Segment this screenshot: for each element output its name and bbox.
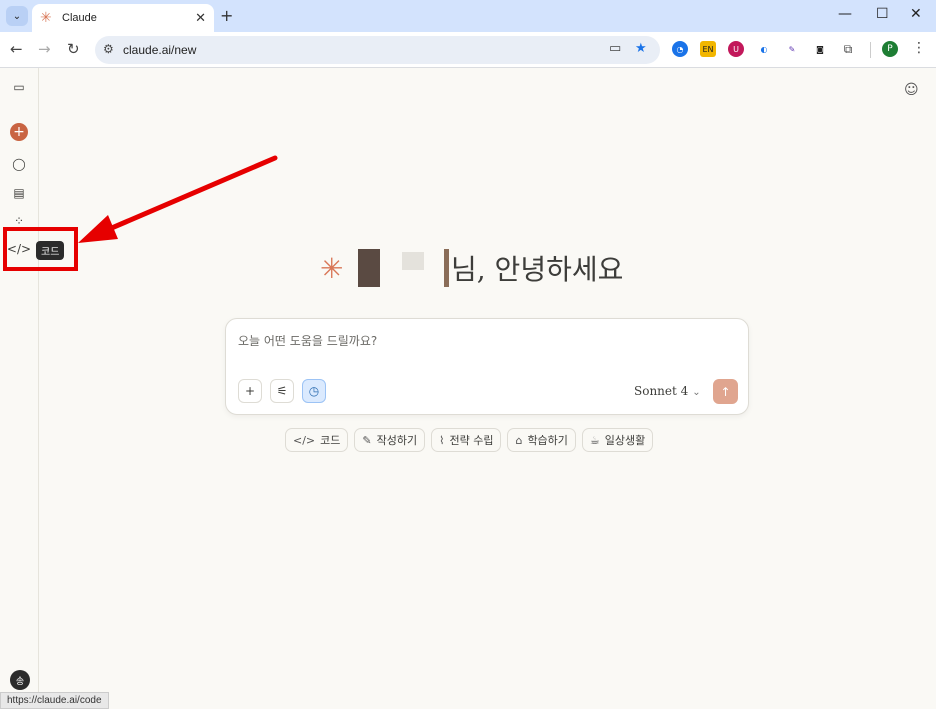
site-info-icon[interactable]: ⚙ <box>103 42 114 56</box>
chip-code[interactable]: </> 코드 <box>285 428 349 452</box>
chat-composer[interactable]: 오늘 어떤 도움을 드릴까요? + ⚟ ◷ Sonnet 4 ⌄ ↑ <box>225 318 749 415</box>
graduation-cap-icon: ⌂ <box>515 433 523 447</box>
annotation-arrow <box>78 155 278 243</box>
extension-3-icon[interactable]: U <box>728 41 744 57</box>
address-bar[interactable]: ⚙ claude.ai/new ▭ ★ <box>95 36 660 64</box>
redacted-name-block <box>358 249 380 287</box>
browser-toolbar: ← → ↻ ⚙ claude.ai/new ▭ ★ ◔ EN U ◐ ✎ ◙ ⧉… <box>0 32 936 68</box>
user-avatar[interactable]: 송 <box>10 670 30 690</box>
incognito-ghost-icon[interactable]: ☺ <box>904 82 919 98</box>
chevron-down-icon: ⌄ <box>692 387 701 398</box>
browser-tab[interactable]: ✳ Claude ✕ <box>32 4 214 32</box>
chart-icon: ⌇ <box>439 433 445 447</box>
url-text: claude.ai/new <box>123 43 197 57</box>
browser-menu-icon[interactable]: ⋮ <box>912 40 926 56</box>
extended-thinking-button[interactable]: ◷ <box>302 379 326 403</box>
extension-2-icon[interactable]: EN <box>700 41 716 57</box>
chip-write[interactable]: ✎ 작성하기 <box>354 428 426 452</box>
window-close-icon[interactable]: ✕ <box>910 6 922 22</box>
model-selector[interactable]: Sonnet 4 ⌄ <box>634 384 701 398</box>
new-tab-icon[interactable]: + <box>220 6 233 25</box>
greeting-text: 님, 안녕하세요 <box>451 253 624 286</box>
annotation-highlight-box <box>3 227 78 271</box>
coffee-icon: ☕ <box>589 433 600 447</box>
chip-learn[interactable]: ⌂ 학습하기 <box>507 428 576 452</box>
tab-search-chevron-icon[interactable]: ⌄ <box>6 6 28 26</box>
sidebar-toggle-icon[interactable]: ▭ <box>10 78 28 96</box>
close-tab-icon[interactable]: ✕ <box>195 11 206 26</box>
redacted-name-block <box>402 252 424 270</box>
extension-5-icon[interactable]: ✎ <box>784 41 800 57</box>
projects-icon[interactable]: ▤ <box>10 184 28 202</box>
profile-avatar[interactable]: P <box>882 41 898 57</box>
chip-label: 일상생활 <box>604 434 646 447</box>
claude-logo-icon: ✳ <box>320 251 344 285</box>
status-bar-url: https://claude.ai/code <box>0 692 109 709</box>
suggestion-chips: </> 코드 ✎ 작성하기 ⌇ 전략 수립 ⌂ 학습하기 ☕ 일상생활 <box>285 428 654 452</box>
bookmark-star-icon[interactable]: ★ <box>635 41 647 56</box>
chip-daily[interactable]: ☕ 일상생활 <box>581 428 654 452</box>
chip-label: 코드 <box>320 434 341 447</box>
extension-1-icon[interactable]: ◔ <box>672 41 688 57</box>
message-input-placeholder[interactable]: 오늘 어떤 도움을 드릴까요? <box>238 332 377 349</box>
extensions-puzzle-icon[interactable]: ⧉ <box>840 41 856 57</box>
sidebar: ▭ + ◯ ▤ ⁘ </> 송 <box>0 68 39 709</box>
chip-label: 작성하기 <box>376 434 418 447</box>
code-icon: </> <box>293 433 316 447</box>
send-button[interactable]: ↑ <box>713 379 738 404</box>
attach-button[interactable]: + <box>238 379 262 403</box>
redacted-name-block <box>444 249 449 287</box>
tools-settings-button[interactable]: ⚟ <box>270 379 294 403</box>
reload-icon[interactable]: ↻ <box>67 40 80 58</box>
forward-icon[interactable]: → <box>38 40 51 58</box>
chats-icon[interactable]: ◯ <box>10 155 28 173</box>
extension-6-icon[interactable]: ◙ <box>812 41 828 57</box>
new-chat-button[interactable]: + <box>10 123 28 141</box>
pencil-icon: ✎ <box>362 433 372 447</box>
chip-strategy[interactable]: ⌇ 전략 수립 <box>431 428 502 452</box>
chip-label: 학습하기 <box>527 434 568 447</box>
extension-4-icon[interactable]: ◐ <box>756 41 772 57</box>
claude-favicon-icon: ✳ <box>40 10 52 26</box>
tab-title: Claude <box>62 12 97 24</box>
chip-label: 전략 수립 <box>449 434 494 447</box>
maximize-icon[interactable]: ☐ <box>876 6 889 22</box>
cast-icon[interactable]: ▭ <box>609 41 621 56</box>
back-icon[interactable]: ← <box>10 40 23 58</box>
claude-page: ▭ + ◯ ▤ ⁘ </> 송 코드 ☺ ✳ 님, 안녕하세요 오늘 어떤 도움… <box>0 68 936 709</box>
browser-tabstrip: ⌄ ✳ Claude ✕ + — ☐ ✕ <box>0 0 936 32</box>
minimize-icon[interactable]: — <box>838 6 852 22</box>
greeting: ✳ 님, 안녕하세요 <box>320 248 623 288</box>
model-name: Sonnet 4 <box>634 384 689 398</box>
toolbar-divider <box>870 42 871 58</box>
